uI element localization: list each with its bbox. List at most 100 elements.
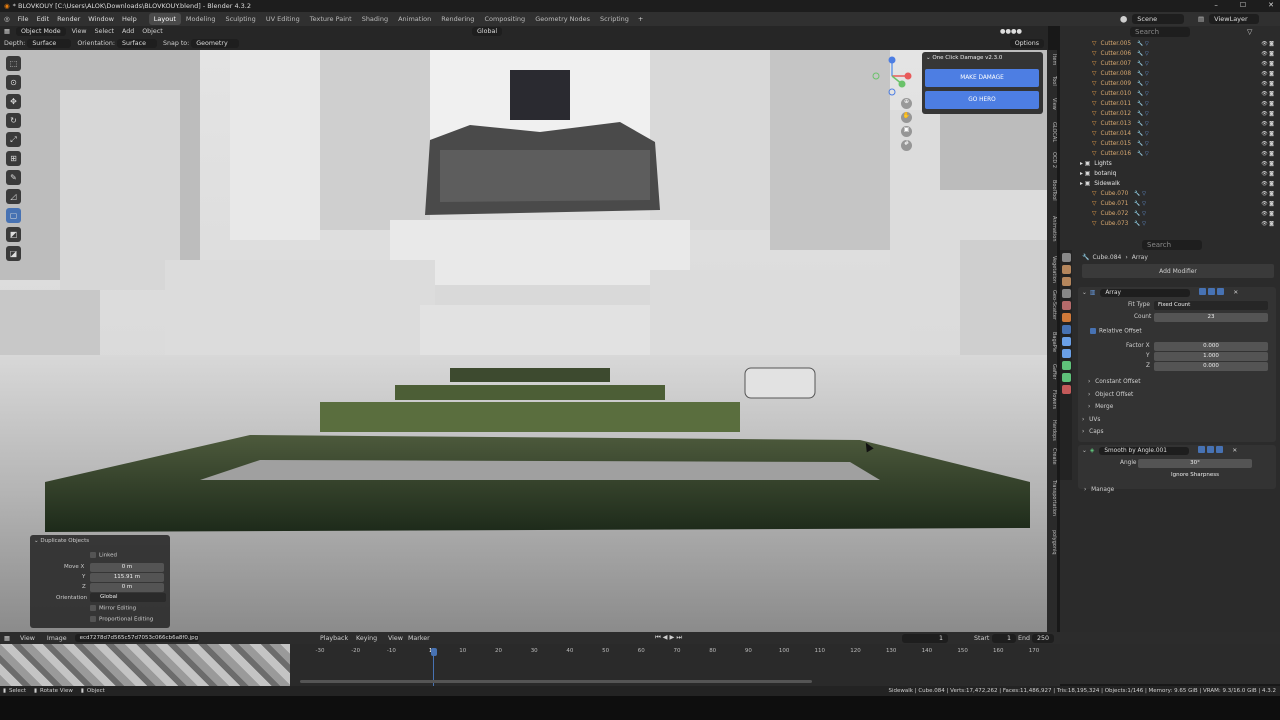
boolean-tool-icon[interactable]: ◩ — [6, 227, 21, 242]
tab-modeling[interactable]: Modeling — [181, 13, 221, 25]
sidebar-tab-glocal[interactable]: GLOCAL — [1047, 122, 1057, 142]
factor-x-field[interactable]: 0.000 — [1154, 342, 1268, 351]
modifier-toggles-icon[interactable] — [1198, 288, 1225, 297]
smooth-name-field[interactable]: Smooth by Angle.001 — [1099, 446, 1190, 455]
outliner-item[interactable]: ▽ Cutter.009 🔧 ▽ 👁 ◙ — [1060, 79, 1280, 89]
extra-tool-icon[interactable]: ◪ — [6, 246, 21, 261]
modifier-toggles-icon[interactable] — [1197, 446, 1224, 455]
close-button[interactable]: ✕ — [1268, 1, 1274, 9]
outliner-item[interactable]: ▽ Cutter.006 🔧 ▽ 👁 ◙ — [1060, 49, 1280, 59]
tool-tab-icon[interactable] — [1062, 253, 1071, 262]
sidebar-tab-hardops[interactable]: Hardops — [1047, 420, 1057, 441]
outliner-item[interactable]: ▽ Cube.071 🔧 ▽ 👁 ◙ — [1060, 199, 1280, 209]
uvs-subpanel[interactable]: › UVs — [1082, 417, 1100, 423]
editor-type-icon[interactable]: ▦ — [0, 28, 14, 35]
visibility-eye-icon[interactable]: 👁 ◙ — [1261, 71, 1274, 77]
linked-checkbox[interactable] — [90, 552, 96, 558]
angle-field[interactable]: 30° — [1138, 459, 1252, 468]
move-z-field[interactable]: 0 m — [90, 583, 164, 592]
tab-layout[interactable]: Layout — [148, 13, 181, 25]
menu-edit[interactable]: Edit — [33, 15, 54, 23]
filter-icon[interactable]: ▽ — [1247, 28, 1252, 36]
visibility-eye-icon[interactable]: 👁 ◙ — [1261, 81, 1274, 87]
visibility-eye-icon[interactable]: 👁 ◙ — [1261, 211, 1274, 217]
menu-view[interactable]: View — [68, 28, 91, 35]
sidebar-tab-ocd-2[interactable]: OCD 2 — [1047, 152, 1057, 168]
scene-selector[interactable]: Scene — [1132, 14, 1185, 24]
tab-geometry-nodes[interactable]: Geometry Nodes — [530, 13, 595, 25]
visibility-eye-icon[interactable]: 👁 ◙ — [1261, 61, 1274, 67]
visibility-eye-icon[interactable]: 👁 ◙ — [1261, 161, 1274, 167]
count-field[interactable]: 23 — [1154, 313, 1268, 322]
timeline-scrollbar[interactable] — [300, 680, 812, 683]
end-frame-field[interactable]: 250 — [1032, 633, 1054, 643]
collapse-chevron-icon[interactable]: ⌄ — [926, 55, 931, 61]
visibility-eye-icon[interactable]: 👁 ◙ — [1261, 181, 1274, 187]
menu-window[interactable]: Window — [84, 15, 118, 23]
outliner-item[interactable]: ▽ Cutter.013 🔧 ▽ 👁 ◙ — [1060, 119, 1280, 129]
visibility-eye-icon[interactable]: 👁 ◙ — [1261, 101, 1274, 107]
options-dropdown[interactable]: Options — [1009, 39, 1044, 48]
outliner-item[interactable]: ▽ Cutter.011 🔧 ▽ 👁 ◙ — [1060, 99, 1280, 109]
move-tool-icon[interactable]: ✥ — [6, 94, 21, 109]
fit-type-dropdown[interactable]: Fixed Count — [1154, 301, 1268, 310]
chevron-down-icon[interactable]: ⌄ — [1082, 290, 1087, 296]
outliner-item[interactable]: ▽ Cube.070 🔧 ▽ 👁 ◙ — [1060, 189, 1280, 199]
visibility-eye-icon[interactable]: 👁 ◙ — [1261, 201, 1274, 207]
select-box-tool-icon[interactable]: ⬚ — [6, 56, 21, 71]
orientation-dropdown[interactable]: Surface — [116, 39, 157, 48]
physics-tab-icon[interactable] — [1062, 349, 1071, 358]
outliner-item[interactable]: ▽ Cutter.010 🔧 ▽ 👁 ◙ — [1060, 89, 1280, 99]
factor-y-field[interactable]: 1.000 — [1154, 352, 1268, 361]
maximize-button[interactable]: ☐ — [1240, 1, 1246, 9]
tab-texture-paint[interactable]: Texture Paint — [305, 13, 357, 25]
add-workspace-icon[interactable]: + — [634, 15, 647, 23]
tab-sculpting[interactable]: Sculpting — [220, 13, 260, 25]
object-tab-icon[interactable] — [1062, 313, 1071, 322]
constant-offset-subpanel[interactable]: › Constant Offset — [1088, 379, 1141, 385]
menu-file[interactable]: File — [14, 15, 33, 23]
go-hero-button[interactable]: GO HERO — [925, 91, 1039, 109]
image-file-field[interactable]: ecd7278d7d565c57d7053c066cb6a8f0.jpg — [74, 634, 199, 642]
menu-help[interactable]: Help — [118, 15, 141, 23]
array-name-field[interactable]: Array — [1100, 288, 1191, 297]
sidebar-tab-animation[interactable]: Animation — [1047, 216, 1057, 242]
outliner-item[interactable]: ▽ Cutter.012 🔧 ▽ 👁 ◙ — [1060, 109, 1280, 119]
playback-controls-icon[interactable]: ⏮◀▶⏭ — [655, 634, 684, 642]
orientation-dropdown[interactable]: Global — [90, 593, 166, 602]
properties-search[interactable]: Search — [1142, 240, 1202, 250]
visibility-eye-icon[interactable]: 👁 ◙ — [1261, 121, 1274, 127]
particles-tab-icon[interactable] — [1062, 337, 1071, 346]
manage-subpanel[interactable]: › Manage — [1084, 487, 1114, 493]
sidebar-tab-view[interactable]: View — [1047, 98, 1057, 110]
playhead[interactable] — [431, 648, 437, 656]
transform-orientation[interactable]: Global — [472, 27, 503, 36]
outliner-item[interactable]: ▸ ▣ Sidewalk 👁 ◙ — [1060, 179, 1280, 189]
sidebar-tab-geo-scatter[interactable]: Geo-Scatter — [1047, 290, 1057, 320]
timeline-view-menu[interactable]: View — [388, 635, 403, 642]
merge-subpanel[interactable]: › Merge — [1088, 404, 1113, 410]
rotate-tool-icon[interactable]: ↻ — [6, 113, 21, 128]
visibility-eye-icon[interactable]: 👁 ◙ — [1261, 141, 1274, 147]
collapse-chevron-icon[interactable]: ⌄ — [34, 538, 39, 544]
scale-tool-icon[interactable]: ⤢ — [6, 132, 21, 147]
image-view-menu[interactable]: View — [14, 635, 41, 642]
data-tab-icon[interactable] — [1062, 373, 1071, 382]
menu-add[interactable]: Add — [118, 28, 138, 35]
tab-shading[interactable]: Shading — [357, 13, 393, 25]
outliner-item[interactable]: ▽ Cutter.007 🔧 ▽ 👁 ◙ — [1060, 59, 1280, 69]
keying-menu[interactable]: Keying — [356, 635, 377, 642]
timeline-area[interactable]: -30-20-101102030405060708090100110120130… — [0, 644, 1060, 686]
tab-rendering[interactable]: Rendering — [436, 13, 479, 25]
close-icon[interactable]: ✕ — [1233, 290, 1238, 296]
blender-menu-icon[interactable]: ◎ — [0, 15, 14, 23]
measure-tool-icon[interactable]: ◿ — [6, 189, 21, 204]
outliner-item[interactable]: ▽ Cube.072 🔧 ▽ 👁 ◙ — [1060, 209, 1280, 219]
visibility-eye-icon[interactable]: 👁 ◙ — [1261, 51, 1274, 57]
constraints-tab-icon[interactable] — [1062, 361, 1071, 370]
sidebar-tab-tool[interactable]: Tool — [1047, 76, 1057, 86]
outliner-item[interactable]: ▽ Cube.073 🔧 ▽ 👁 ◙ — [1060, 219, 1280, 229]
tab-animation[interactable]: Animation — [393, 13, 436, 25]
ignore-sharpness-toggle[interactable]: Ignore Sharpness — [1138, 471, 1252, 480]
current-frame-field[interactable]: 1 — [902, 633, 948, 643]
